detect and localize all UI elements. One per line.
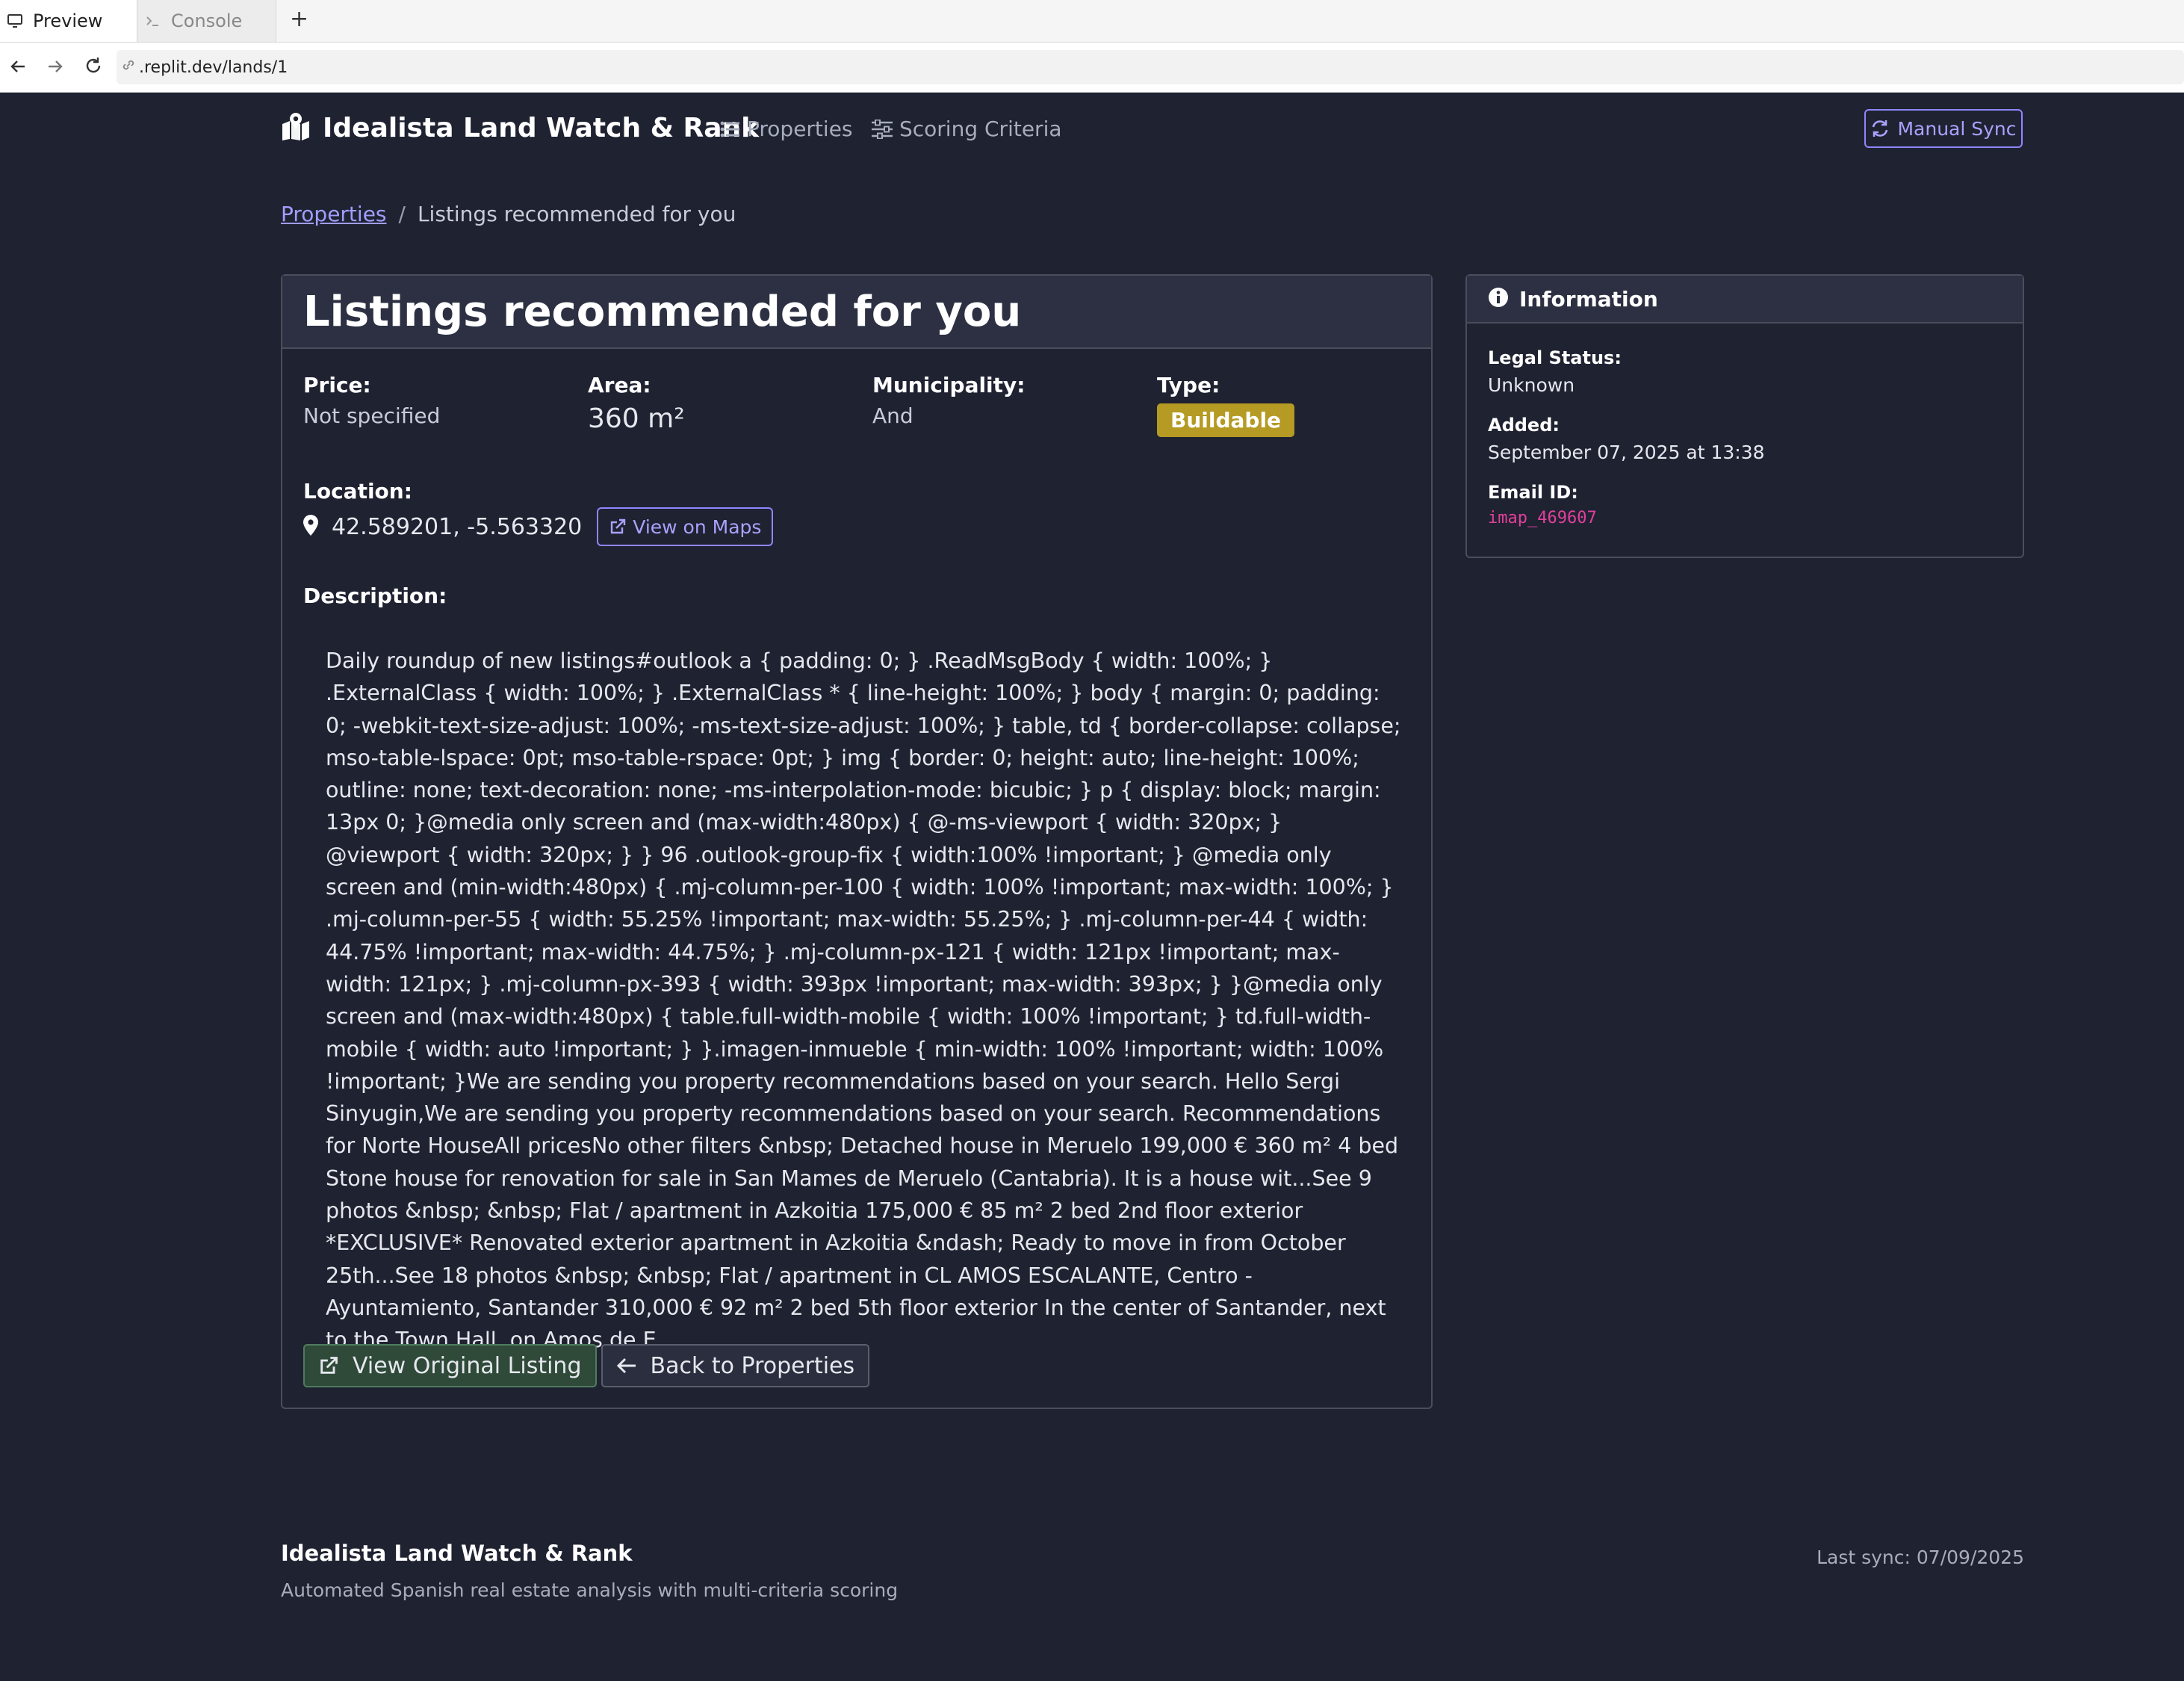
last-sync-text: Last sync: 07/09/2025 xyxy=(1817,1547,2024,1568)
price-field: Price: Not specified xyxy=(303,373,440,428)
added-label: Added: xyxy=(1488,415,1560,436)
email-id-field: Email ID: imap_469607 xyxy=(1488,482,1597,527)
back-arrow-icon[interactable] xyxy=(9,56,27,81)
price-label: Price: xyxy=(303,373,371,397)
added-value: September 07, 2025 at 13:38 xyxy=(1488,442,1765,463)
listing-card: Listings recommended for you Price: Not … xyxy=(281,274,1433,1409)
brand[interactable]: Idealista Land Watch & Rank xyxy=(281,112,759,143)
page-title: Listings recommended for you xyxy=(303,287,1022,336)
breadcrumb-separator: / xyxy=(398,202,406,226)
information-title: Information xyxy=(1519,286,1658,312)
maps-button-label: View on Maps xyxy=(633,516,762,538)
type-field: Type: Buildable xyxy=(1157,373,1295,437)
price-value: Not specified xyxy=(303,403,441,428)
nav-link-scoring-criteria[interactable]: Scoring Criteria xyxy=(871,117,1062,141)
browser-tabbar: Preview Console + xyxy=(0,0,2184,43)
view-original-label: View Original Listing xyxy=(353,1352,582,1379)
nav-link-label: Properties xyxy=(747,117,853,141)
type-label: Type: xyxy=(1157,373,1220,397)
view-on-maps-button[interactable]: View on Maps xyxy=(597,507,774,546)
nav-link-label: Scoring Criteria xyxy=(899,117,1062,141)
location-row: 42.589201, -5.563320 View on Maps xyxy=(303,507,774,546)
browser-urlbar: .replit.dev/lands/1 xyxy=(0,43,2184,93)
url-text: .replit.dev/lands/1 xyxy=(139,58,288,77)
email-id-label: Email ID: xyxy=(1488,482,1578,503)
map-marked-icon xyxy=(281,112,311,143)
tab-label: Console xyxy=(171,10,243,31)
breadcrumb: Properties / Listings recommended for yo… xyxy=(281,202,736,226)
reload-icon[interactable] xyxy=(84,56,103,81)
nav-link-properties[interactable]: Properties xyxy=(720,117,853,141)
manual-sync-button[interactable]: Manual Sync xyxy=(1864,109,2023,148)
back-to-properties-button[interactable]: Back to Properties xyxy=(601,1344,870,1387)
sync-button-label: Manual Sync xyxy=(1897,117,2017,140)
area-label: Area: xyxy=(588,373,651,397)
new-tab-button[interactable]: + xyxy=(290,6,308,32)
breadcrumb-current: Listings recommended for you xyxy=(417,202,736,226)
url-field[interactable]: .replit.dev/lands/1 xyxy=(117,50,2184,84)
arrow-left-icon xyxy=(616,1357,637,1375)
map-pin-icon xyxy=(303,515,318,539)
tab-label: Preview xyxy=(33,10,103,31)
description-label: Description: xyxy=(303,583,447,608)
description-text: Daily roundup of new listings#outlook a … xyxy=(326,648,1401,1353)
listing-card-header: Listings recommended for you xyxy=(282,276,1431,349)
added-field: Added: September 07, 2025 at 13:38 xyxy=(1488,415,1765,463)
view-original-listing-button[interactable]: View Original Listing xyxy=(303,1344,597,1387)
tab-preview[interactable]: Preview xyxy=(0,0,136,42)
external-link-icon xyxy=(609,518,627,536)
municipality-field: Municipality: And xyxy=(872,373,1026,428)
monitor-icon xyxy=(7,14,22,28)
list-icon xyxy=(720,120,741,138)
back-to-properties-label: Back to Properties xyxy=(650,1352,855,1379)
legal-status-field: Legal Status: Unknown xyxy=(1488,347,1622,396)
action-buttons: View Original Listing Back to Properties xyxy=(303,1344,870,1387)
tab-console[interactable]: Console xyxy=(137,0,276,42)
link-icon xyxy=(121,58,136,77)
email-id-value: imap_469607 xyxy=(1488,509,1597,527)
area-field: Area: 360 m² xyxy=(588,373,685,434)
footer-title: Idealista Land Watch & Rank xyxy=(281,1541,633,1566)
description-label-wrap: Description: xyxy=(303,583,447,608)
sliders-icon xyxy=(871,119,893,139)
terminal-icon xyxy=(146,14,161,28)
location-label: Location: xyxy=(303,479,412,504)
coordinates: 42.589201, -5.563320 xyxy=(332,513,583,540)
type-badge: Buildable xyxy=(1157,403,1295,437)
brand-title: Idealista Land Watch & Rank xyxy=(323,112,760,143)
external-link-icon xyxy=(318,1355,339,1376)
sync-icon xyxy=(1870,119,1890,138)
forward-arrow-icon[interactable] xyxy=(46,56,64,81)
app-navbar: Idealista Land Watch & Rank Properties S… xyxy=(0,93,2184,166)
info-circle-icon xyxy=(1488,287,1509,311)
information-card: Information Legal Status: Unknown Added:… xyxy=(1465,274,2024,558)
municipality-label: Municipality: xyxy=(872,373,1026,397)
municipality-value: And xyxy=(872,403,913,428)
information-card-header: Information xyxy=(1467,276,2023,323)
footer-subtitle: Automated Spanish real estate analysis w… xyxy=(281,1579,899,1601)
area-value: 360 m² xyxy=(588,403,685,434)
breadcrumb-link-properties[interactable]: Properties xyxy=(281,202,387,226)
legal-status-value: Unknown xyxy=(1488,374,1575,396)
location-label-wrap: Location: xyxy=(303,479,412,504)
legal-status-label: Legal Status: xyxy=(1488,347,1622,368)
